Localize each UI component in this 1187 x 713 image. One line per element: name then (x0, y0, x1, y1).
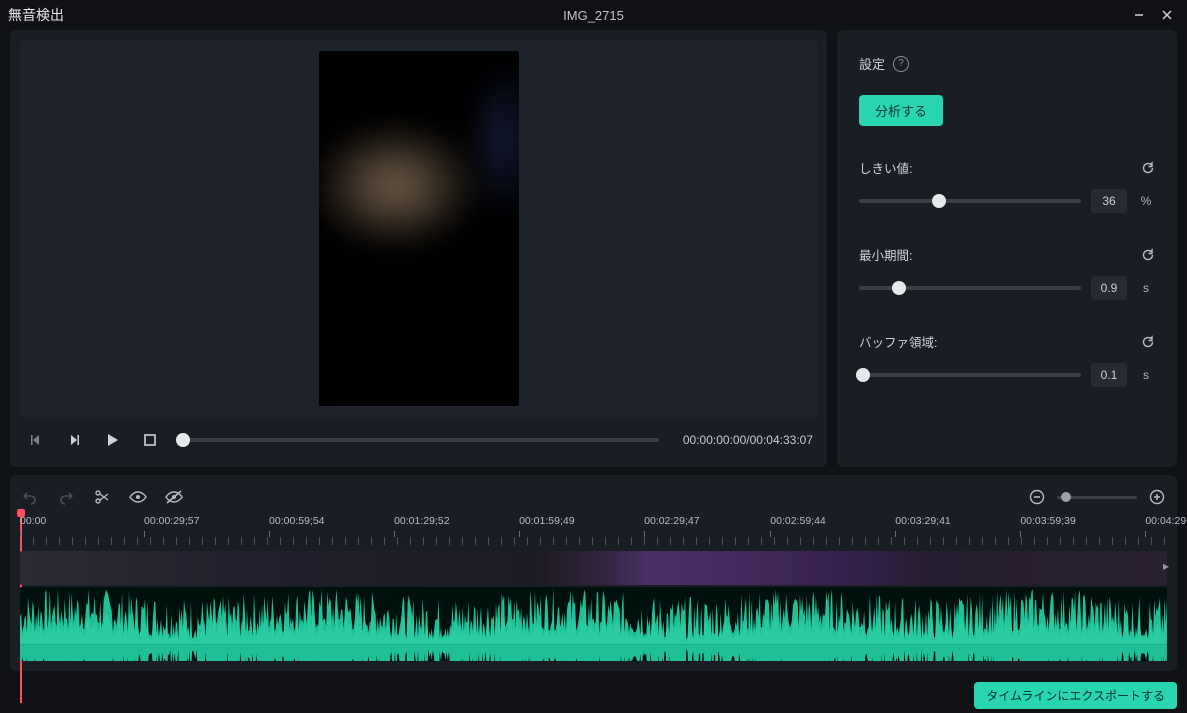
settings-panel: 設定 ? 分析する しきい値: 36 % 最小期間: (837, 30, 1177, 467)
eye-off-icon (165, 490, 183, 504)
ruler-tick: 00:03:29;41 (895, 515, 950, 527)
waveform (20, 587, 1167, 661)
timeline-toolbar (20, 483, 1167, 511)
threshold-param: しきい値: 36 % (859, 158, 1155, 213)
show-button[interactable] (128, 487, 148, 507)
zoom-out-button[interactable] (1027, 487, 1047, 507)
min-duration-param: 最小期間: 0.9 s (859, 245, 1155, 300)
reset-icon (1141, 161, 1155, 175)
title-bar: 無音検出 IMG_2715 (0, 0, 1187, 30)
stop-icon (143, 433, 157, 447)
footer: タイムラインにエクスポートする (0, 677, 1187, 713)
min-duration-unit: s (1137, 281, 1155, 295)
ruler-tick: 00:00:29;57 (144, 515, 199, 527)
ruler-tick: 00:00:59;54 (269, 515, 324, 527)
close-button[interactable] (1155, 3, 1179, 27)
ruler-tick: 00:02:29;47 (644, 515, 699, 527)
preview-pane: 00:00:00:00/00:04:33:07 (10, 30, 827, 467)
window-title: 無音検出 (8, 5, 64, 25)
scissors-icon (94, 489, 110, 505)
min-duration-value[interactable]: 0.9 (1091, 276, 1127, 300)
playhead-slider[interactable] (176, 438, 659, 442)
audio-track[interactable] (20, 587, 1167, 661)
buffer-unit: s (1137, 368, 1155, 382)
zoom-slider[interactable] (1057, 496, 1137, 499)
minimize-button[interactable] (1127, 3, 1151, 27)
redo-button[interactable] (56, 487, 76, 507)
play-button[interactable] (100, 428, 124, 452)
timeline: 00:00 00:00:29;57 00:00:59;54 00:01:29;52 00… (10, 475, 1177, 671)
ruler-tick: 00:01:59;49 (519, 515, 574, 527)
close-icon (1161, 9, 1173, 21)
reset-icon (1141, 335, 1155, 349)
play-icon (104, 432, 120, 448)
video-preview[interactable] (20, 40, 817, 417)
minimize-icon (1133, 9, 1145, 21)
threshold-reset-button[interactable] (1141, 161, 1155, 175)
eye-icon (129, 490, 147, 504)
buffer-param: バッファ領域: 0.1 s (859, 332, 1155, 387)
ruler-tick: 00:02:59;44 (770, 515, 825, 527)
min-duration-label: 最小期間: (859, 245, 912, 264)
buffer-reset-button[interactable] (1141, 335, 1155, 349)
ruler-tick: 00:01:29;52 (394, 515, 449, 527)
ruler-tick: 00:04:29 (1145, 515, 1186, 527)
document-name: IMG_2715 (64, 8, 1123, 23)
step-back-icon (28, 432, 44, 448)
export-to-timeline-button[interactable]: タイムラインにエクスポートする (974, 682, 1177, 709)
min-duration-slider[interactable] (859, 286, 1081, 290)
zoom-in-button[interactable] (1147, 487, 1167, 507)
step-forward-icon (66, 432, 82, 448)
buffer-slider[interactable] (859, 373, 1081, 377)
buffer-value[interactable]: 0.1 (1091, 363, 1127, 387)
threshold-label: しきい値: (859, 158, 912, 177)
ruler-tick: 00:00 (20, 515, 46, 527)
settings-heading: 設定 (859, 54, 885, 73)
split-button[interactable] (92, 487, 112, 507)
zoom-in-icon (1149, 489, 1165, 505)
threshold-unit: % (1137, 194, 1155, 208)
analyze-button[interactable]: 分析する (859, 95, 943, 126)
video-track[interactable] (20, 551, 1167, 585)
timecode-readout: 00:00:00:00/00:04:33:07 (683, 433, 813, 447)
undo-icon (22, 489, 38, 505)
min-duration-reset-button[interactable] (1141, 248, 1155, 262)
ruler-tick: 00:03:59;39 (1020, 515, 1075, 527)
zoom-out-icon (1029, 489, 1045, 505)
threshold-value[interactable]: 36 (1091, 189, 1127, 213)
reset-icon (1141, 248, 1155, 262)
threshold-slider[interactable] (859, 199, 1081, 203)
undo-button[interactable] (20, 487, 40, 507)
help-icon[interactable]: ? (893, 56, 909, 72)
stop-button[interactable] (138, 428, 162, 452)
step-forward-button[interactable] (62, 428, 86, 452)
step-back-button[interactable] (24, 428, 48, 452)
transport-bar: 00:00:00:00/00:04:33:07 (20, 417, 817, 457)
buffer-label: バッファ領域: (859, 332, 937, 351)
redo-icon (58, 489, 74, 505)
time-ruler[interactable]: 00:00 00:00:29;57 00:00:59;54 00:01:29;52 00… (20, 515, 1167, 551)
hide-button[interactable] (164, 487, 184, 507)
